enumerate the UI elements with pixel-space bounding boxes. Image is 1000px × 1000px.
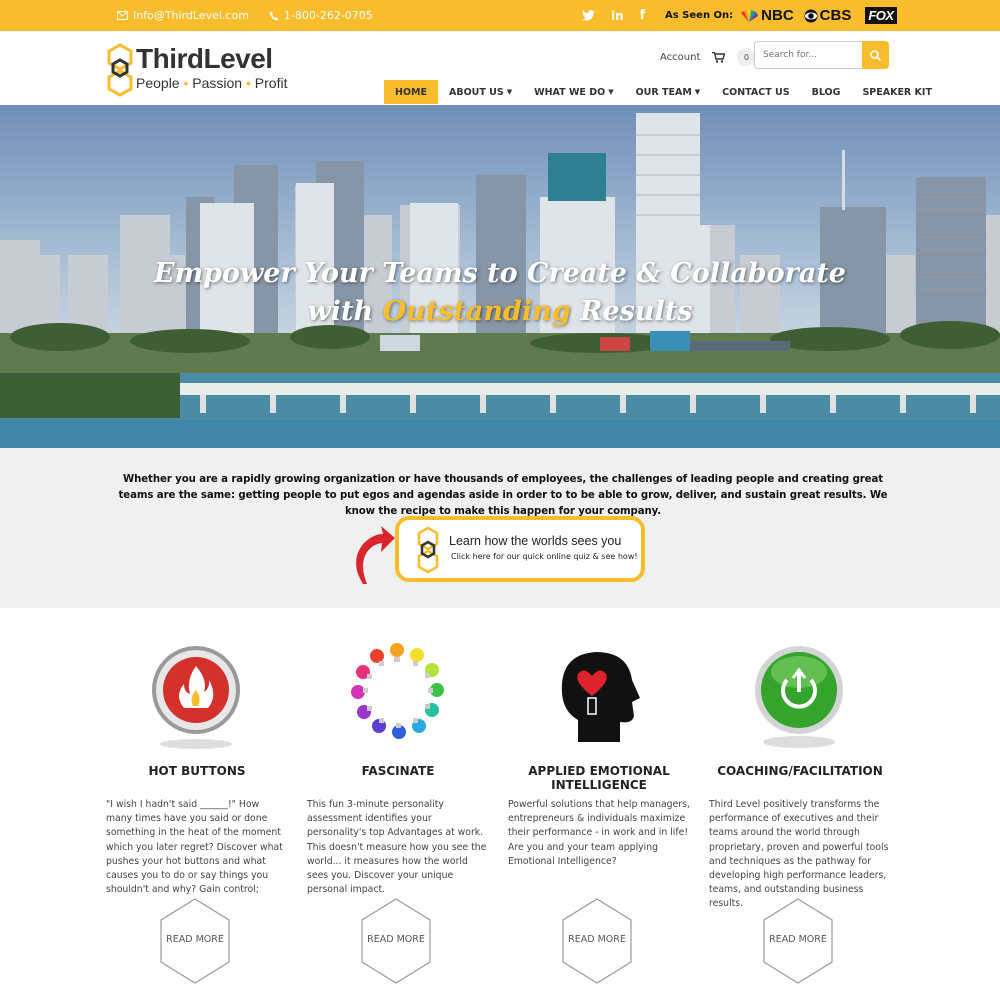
search-icon — [870, 49, 881, 61]
caret-down-icon: ▼ — [506, 88, 513, 96]
card-title: FASCINATE — [361, 764, 435, 778]
search-button[interactable] — [862, 41, 889, 69]
twitter-icon[interactable] — [582, 10, 595, 21]
as-seen-on: As Seen On: NBC CBS FOX — [665, 0, 897, 31]
cart-icon[interactable] — [712, 51, 726, 63]
search-form — [754, 41, 889, 69]
nbc-text: NBC — [761, 7, 794, 24]
phone-link[interactable]: 1-800-262-0705 — [269, 9, 373, 22]
intro-section: Whether you are a rapidly growing organi… — [0, 448, 1000, 608]
linkedin-icon[interactable]: in — [611, 9, 624, 23]
flame-button-icon — [152, 646, 240, 749]
cbs-text: CBS — [819, 7, 852, 24]
contact-info: Info@ThirdLevel.com 1-800-262-0705 — [117, 0, 373, 31]
caret-down-icon: ▼ — [608, 88, 614, 96]
card-text: Third Level positively transforms the pe… — [709, 799, 889, 910]
facebook-icon[interactable]: f — [640, 8, 646, 23]
nav-home[interactable]: HOME — [384, 80, 438, 104]
cbs-eye-icon — [804, 9, 818, 22]
fox-logo: FOX — [865, 7, 897, 24]
hero-banner: Empower Your Teams to Create & Collabora… — [0, 105, 1000, 448]
nav-our-team[interactable]: OUR TEAM ▼ — [625, 80, 712, 104]
read-more-button[interactable]: READ MORE — [562, 898, 632, 984]
as-seen-on-label: As Seen On: — [665, 10, 734, 21]
search-input[interactable] — [754, 41, 862, 69]
utility-links: Account 0 — [660, 44, 756, 70]
caret-down-icon: ▼ — [694, 88, 701, 96]
nav-speaker-kit[interactable]: SPEAKER KIT — [851, 80, 943, 104]
card-title: COACHING/FACILITATION — [717, 764, 883, 778]
account-link[interactable]: Account — [660, 52, 700, 63]
phone-text: 1-800-262-0705 — [283, 9, 373, 22]
card-text: "I wish I hadn't said ______!" How many … — [106, 799, 283, 896]
peacock-icon — [741, 9, 759, 22]
hexagon-logo-icon — [417, 526, 439, 574]
head-heart-icon — [561, 652, 640, 742]
intro-text: Whether you are a rapidly growing organi… — [118, 474, 888, 517]
curved-arrow-icon — [356, 526, 395, 584]
card-text: Powerful solutions that help managers, e… — [508, 799, 690, 867]
hexagon-logo-icon — [107, 43, 133, 97]
read-more-button[interactable]: READ MORE — [361, 898, 431, 984]
lightbulb-circle-icon — [351, 643, 444, 739]
green-power-button-icon — [755, 646, 843, 748]
nav-contact-us[interactable]: CONTACT US — [711, 80, 800, 104]
quiz-button[interactable]: Learn how the worlds sees you Click here… — [395, 516, 645, 582]
read-more-button[interactable]: READ MORE — [160, 898, 230, 984]
card-title: APPLIED EMOTIONAL INTELLIGENCE — [528, 764, 670, 792]
cart-count-badge: 0 — [737, 48, 756, 66]
card-text: This fun 3-minute personality assessment… — [307, 799, 487, 896]
email-link[interactable]: Info@ThirdLevel.com — [117, 9, 249, 22]
site-header: ThirdLevel People • Passion • Profit Acc… — [0, 31, 1000, 105]
phone-icon — [269, 11, 279, 20]
card-title: HOT BUTTONS — [148, 764, 246, 778]
read-more-button[interactable]: READ MORE — [763, 898, 833, 984]
main-nav: HOME ABOUT US ▼ WHAT WE DO ▼ OUR TEAM ▼ CON… — [384, 80, 943, 104]
cbs-logo: CBS — [804, 7, 852, 24]
brand-logo[interactable]: ThirdLevel People • Passion • Profit — [107, 43, 297, 98]
email-text: Info@ThirdLevel.com — [133, 9, 249, 22]
nbc-logo: NBC — [739, 7, 794, 24]
quiz-subtitle: Click here for our quick online quiz & s… — [451, 552, 638, 561]
hero-headline: Empower Your Teams to Create & Collabora… — [154, 258, 846, 327]
brand-tagline: People • Passion • Profit — [136, 75, 288, 91]
envelope-icon — [117, 11, 128, 20]
brand-name: ThirdLevel — [136, 43, 273, 74]
nav-blog[interactable]: BLOG — [801, 80, 852, 104]
nav-what-we-do[interactable]: WHAT WE DO ▼ — [523, 80, 624, 104]
top-bar: Info@ThirdLevel.com 1-800-262-0705 in f … — [0, 0, 1000, 31]
nav-about-us[interactable]: ABOUT US ▼ — [438, 80, 523, 104]
social-links: in f — [582, 0, 645, 31]
quiz-title: Learn how the worlds sees you — [449, 534, 622, 548]
